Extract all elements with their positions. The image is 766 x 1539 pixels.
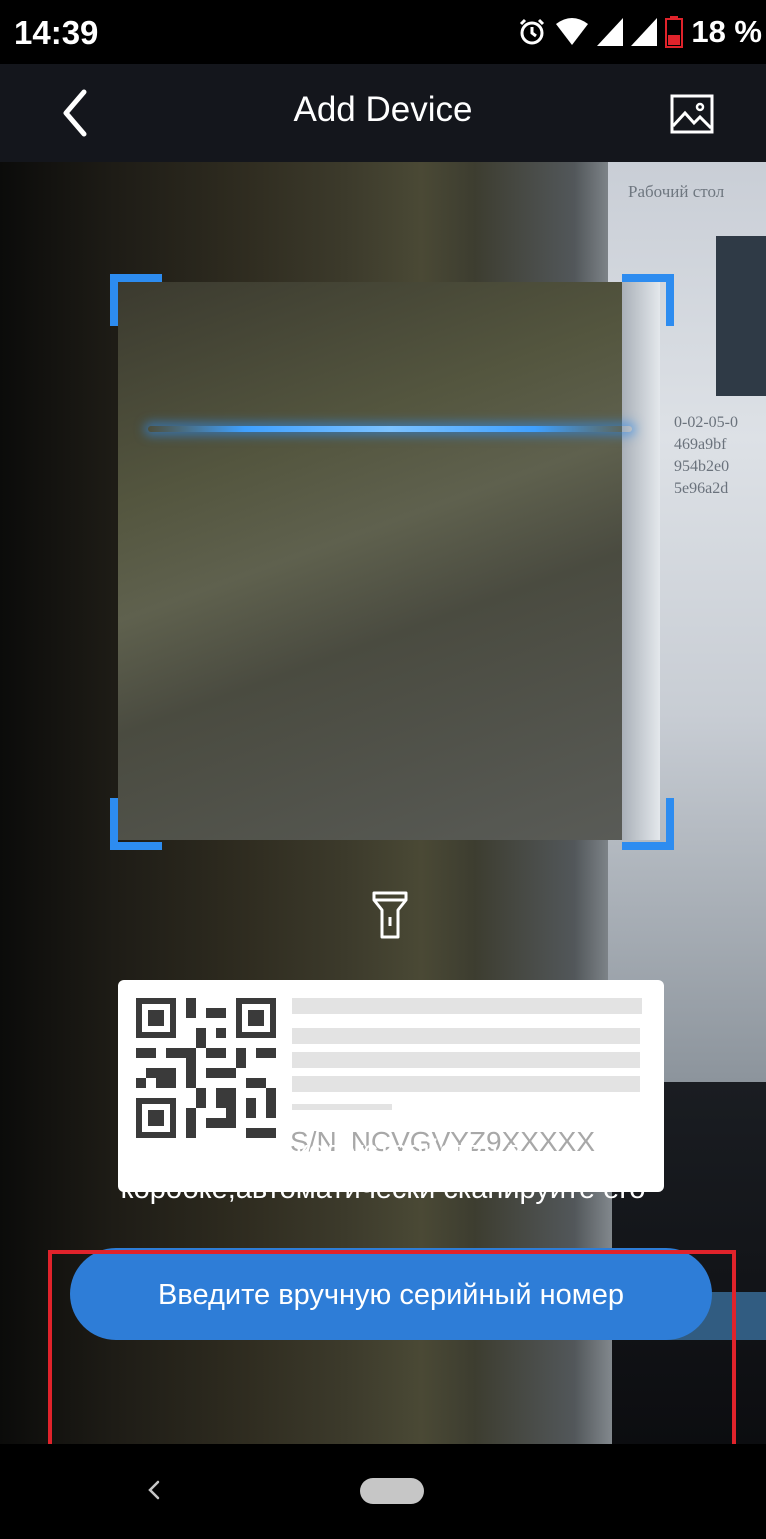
label-text-placeholder [292, 998, 642, 1014]
background-line: 954b2e0 [674, 458, 730, 475]
nav-back-button[interactable] [142, 1468, 166, 1512]
label-text-placeholder [292, 1076, 640, 1092]
flashlight-icon [372, 891, 408, 939]
scan-corner-top-right [622, 274, 674, 326]
battery-low-icon [665, 16, 684, 48]
app-bar: Add Device [0, 64, 766, 162]
flashlight-button[interactable] [370, 890, 410, 940]
qr-code-image [136, 998, 276, 1138]
background-line: 5e96a2d [674, 480, 729, 497]
background-monitor-lines: 0-02-05-0 469a9bf 954b2e0 5e96a2d [674, 412, 738, 500]
gallery-button[interactable] [664, 86, 720, 142]
scan-area-edge [622, 282, 660, 840]
background-monitor-panel [716, 236, 766, 396]
status-icons: 18 % [517, 12, 762, 52]
signal-icon [631, 18, 658, 46]
scan-corner-top-left [110, 274, 162, 326]
background-line: 0-02-05-0 [674, 414, 738, 431]
signal-icon [597, 18, 624, 46]
system-nav-bar [0, 1444, 766, 1539]
scan-line [148, 426, 632, 432]
battery-percent: 18 % [691, 14, 762, 49]
alarm-icon [520, 18, 545, 45]
label-text-placeholder [292, 1028, 640, 1044]
image-icon [670, 94, 714, 134]
nav-home-button[interactable] [360, 1478, 424, 1504]
background-line: 469a9bf [674, 436, 727, 453]
scan-corner-bottom-left [110, 798, 162, 850]
status-time: 14:39 [14, 14, 99, 51]
label-text-placeholder [292, 1104, 392, 1110]
status-bar: 14:39 18 % [0, 0, 766, 64]
label-text-placeholder [292, 1052, 640, 1068]
background-monitor-text: Рабочий стол [628, 182, 725, 201]
wifi-icon [556, 18, 589, 45]
nav-back-icon [148, 1480, 160, 1500]
scan-area [118, 282, 660, 840]
page-title: Add Device [293, 90, 473, 129]
scan-hint-text: QR код устройства в коробке,автоматическ… [120, 1135, 646, 1205]
scan-corner-bottom-right [622, 798, 674, 850]
highlight-annotation [48, 1250, 736, 1448]
